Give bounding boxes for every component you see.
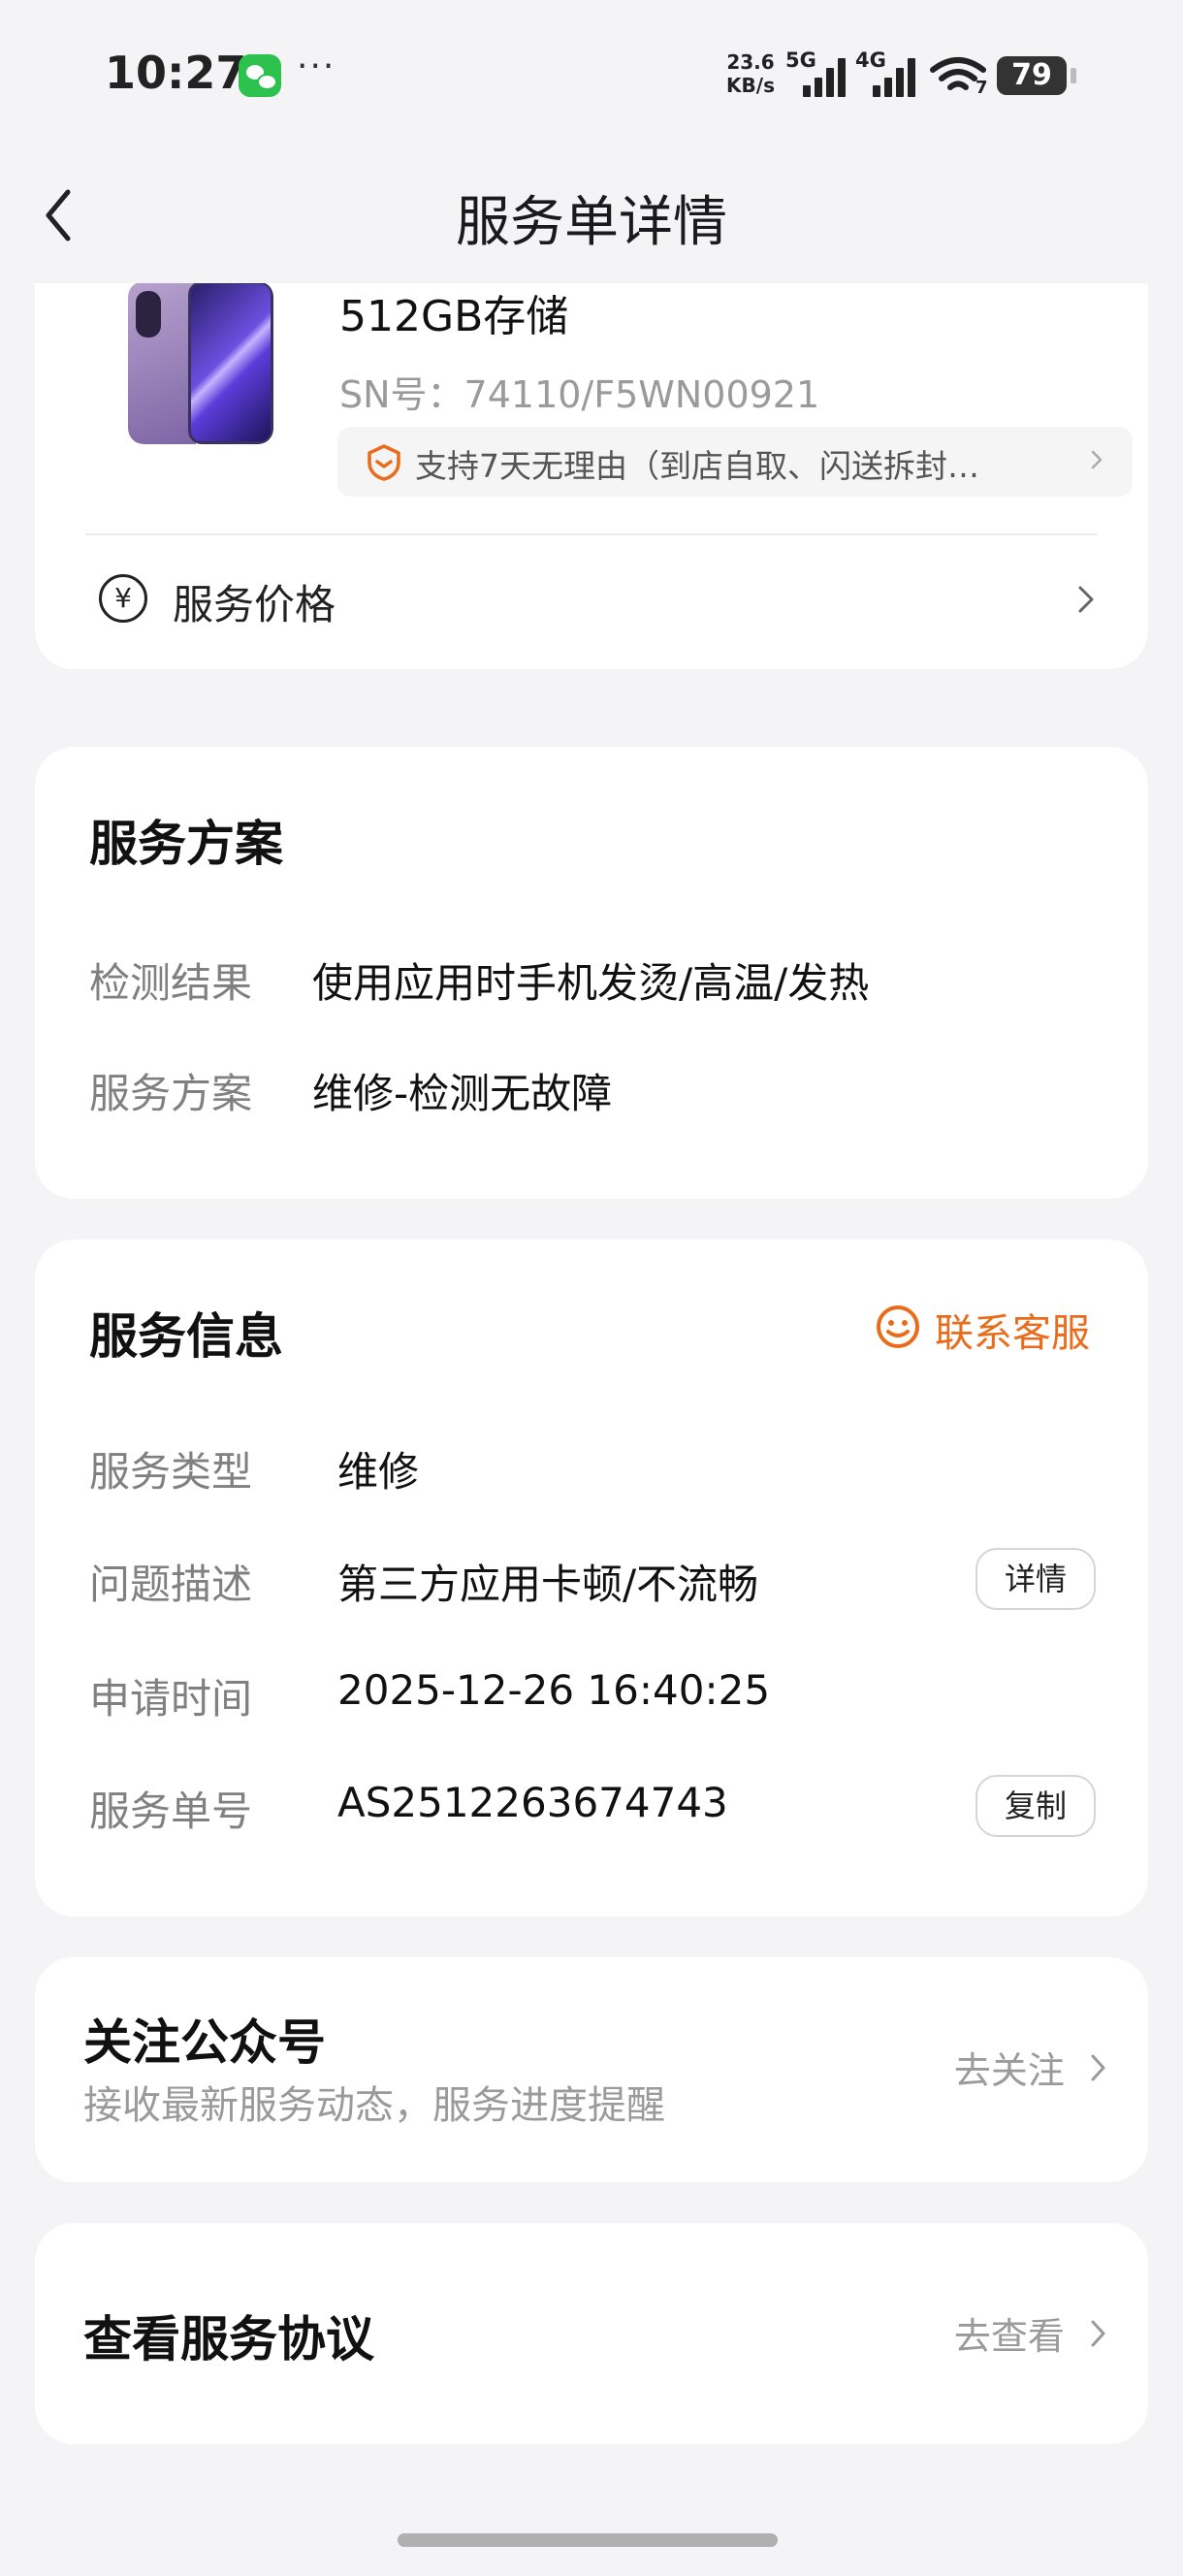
service-info-title: 服务信息 <box>89 1308 283 1365</box>
network-speed-value: 23.6 <box>726 50 775 74</box>
service-type-value: 维修 <box>337 1448 420 1496</box>
copy-button[interactable]: 复制 <box>975 1775 1096 1837</box>
status-time: 10:27 <box>105 47 247 99</box>
battery-icon: 79 <box>997 56 1076 95</box>
problem-description-value: 第三方应用卡顿/不流畅 <box>337 1561 759 1608</box>
return-policy-text: 支持7天无理由（到店自取、闪送拆封… <box>415 447 979 485</box>
chevron-right-icon <box>1091 2054 1105 2080</box>
page-title: 服务单详情 <box>456 191 727 254</box>
details-button[interactable]: 详情 <box>975 1548 1096 1610</box>
go-view-label: 去查看 <box>953 2315 1065 2358</box>
go-follow-label: 去关注 <box>953 2049 1065 2092</box>
follow-subtitle: 接收最新服务动态，服务进度提醒 <box>83 2083 665 2128</box>
service-price-label[interactable]: 服务价格 <box>173 572 336 631</box>
service-type-label: 服务类型 <box>89 1448 253 1496</box>
service-plan-title: 服务方案 <box>89 816 283 872</box>
yen-icon: ¥ <box>99 574 147 623</box>
contact-support-label: 联系客服 <box>935 1311 1090 1356</box>
signal-5g-icon: 5G <box>785 48 847 97</box>
status-bar: 10:27 ··· 23.6 KB/s 5G 4G 7 79 <box>0 0 1183 145</box>
wifi-icon: 7 <box>929 56 988 98</box>
apply-time-value: 2025-12-26 16:40:25 <box>337 1666 771 1714</box>
phone-product-image <box>128 281 273 444</box>
plan-value: 维修-检测无故障 <box>312 1070 613 1117</box>
plan-label: 服务方案 <box>89 1070 253 1117</box>
apply-time-label: 申请时间 <box>89 1675 253 1723</box>
order-number-label: 服务单号 <box>89 1787 253 1835</box>
chevron-right-icon <box>1091 450 1103 469</box>
wechat-notification-icon <box>239 54 281 97</box>
smiley-icon <box>877 1305 919 1348</box>
follow-title: 关注公众号 <box>83 2014 326 2071</box>
signal-5g-label: 5G <box>785 48 816 72</box>
order-number-value: AS2512263674743 <box>337 1779 728 1826</box>
detection-result-value: 使用应用时手机发烫/高温/发热 <box>312 959 870 1007</box>
service-plan-card: 服务方案 检测结果 使用应用时手机发烫/高温/发热 服务方案 维修-检测无故障 <box>35 747 1148 1199</box>
follow-official-account-card[interactable]: 关注公众号 接收最新服务动态，服务进度提醒 去关注 <box>35 1957 1148 2182</box>
agreement-title: 查看服务协议 <box>83 2311 374 2367</box>
product-sn: SN号：74110/F5WN00921 <box>339 373 820 416</box>
network-speed: 23.6 KB/s <box>719 50 782 97</box>
product-name: 512GB存储 <box>339 292 569 341</box>
chevron-right-icon[interactable] <box>1074 580 1098 619</box>
home-indicator[interactable] <box>398 2533 778 2547</box>
wifi-sub-label: 7 <box>975 78 988 98</box>
shield-icon <box>368 444 400 481</box>
go-view-link[interactable]: 去查看 <box>954 2306 1109 2360</box>
service-info-card: 服务信息 联系客服 服务类型 维修 问题描述 第三方应用卡顿/不流畅 详情 申请… <box>35 1240 1148 1916</box>
problem-description-label: 问题描述 <box>89 1561 253 1608</box>
signal-4g-icon: 4G <box>855 48 917 97</box>
nav-bar: 服务单详情 <box>0 145 1183 283</box>
network-speed-unit: KB/s <box>726 74 775 97</box>
more-notifications-icon: ··· <box>297 47 336 86</box>
go-follow-link[interactable]: 去关注 <box>954 2041 1109 2094</box>
signal-4g-label: 4G <box>855 48 886 72</box>
return-policy-banner[interactable]: 支持7天无理由（到店自取、闪送拆封… <box>337 427 1133 497</box>
chevron-right-icon <box>1091 2320 1105 2346</box>
divider <box>85 533 1098 535</box>
detection-result-label: 检测结果 <box>89 959 253 1007</box>
service-agreement-card[interactable]: 查看服务协议 去查看 <box>35 2223 1148 2444</box>
